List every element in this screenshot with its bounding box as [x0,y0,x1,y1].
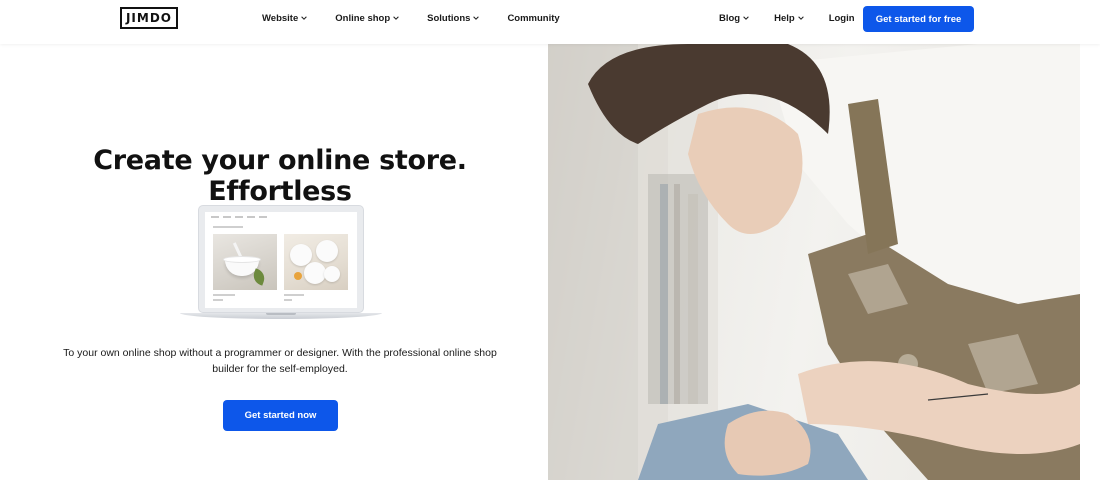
get-started-free-button[interactable]: Get started for free [863,6,974,32]
nav-item-login[interactable]: Login [829,13,855,24]
preview-product-image [284,234,348,290]
nav-item-label: Website [262,12,299,24]
secondary-nav: Blog Help Login [719,0,879,36]
get-started-now-button[interactable]: Get started now [223,400,338,431]
chevron-down-icon [743,16,749,20]
nav-item-solutions[interactable]: Solutions [427,13,480,24]
hero-description-line: To your own online shop without a progra… [63,347,497,359]
hero-title-bold: Effortless [208,176,352,207]
nav-item-blog[interactable]: Blog [719,13,750,24]
site-header: JIMDO Website Online shop Solutions Comm… [0,0,1100,44]
hero-photo-ceramicist [548,44,1080,480]
hero-title: Create your online store. Effortless [40,145,520,207]
nav-item-label: Blog [719,12,741,24]
laptop-notch [266,313,296,315]
nav-item-label: Solutions [427,12,471,24]
nav-item-website[interactable]: Website [262,13,308,24]
hero-description-line: builder for the self-employed. [212,362,348,375]
laptop-illustration [180,205,382,323]
chevron-down-icon [393,16,399,20]
preview-heading [213,226,243,228]
primary-nav: Website Online shop Solutions Community [262,0,587,36]
nav-item-online-shop[interactable]: Online shop [335,13,400,24]
nav-item-community[interactable]: Community [507,13,559,24]
preview-price [284,299,292,301]
nav-item-help[interactable]: Help [774,13,805,24]
shop-preview-screen [205,212,357,308]
nav-item-label: Help [774,12,795,24]
nav-item-label: Online shop [335,12,391,24]
preview-product-image [213,234,277,290]
nav-item-label: Login [828,12,855,24]
chevron-down-icon [473,16,480,20]
hero-description: To your own online shop without a progra… [40,346,520,377]
jimdo-logo[interactable]: JIMDO [120,7,178,29]
chevron-down-icon [301,16,308,20]
preview-nav [211,216,351,220]
preview-caption [213,294,235,296]
hero-title-regular: Create your online store. [93,145,467,176]
preview-price [213,299,223,301]
nav-item-label: Community [507,12,560,24]
preview-caption [284,294,304,296]
laptop-screen-frame [198,205,364,313]
chevron-down-icon [797,16,804,20]
